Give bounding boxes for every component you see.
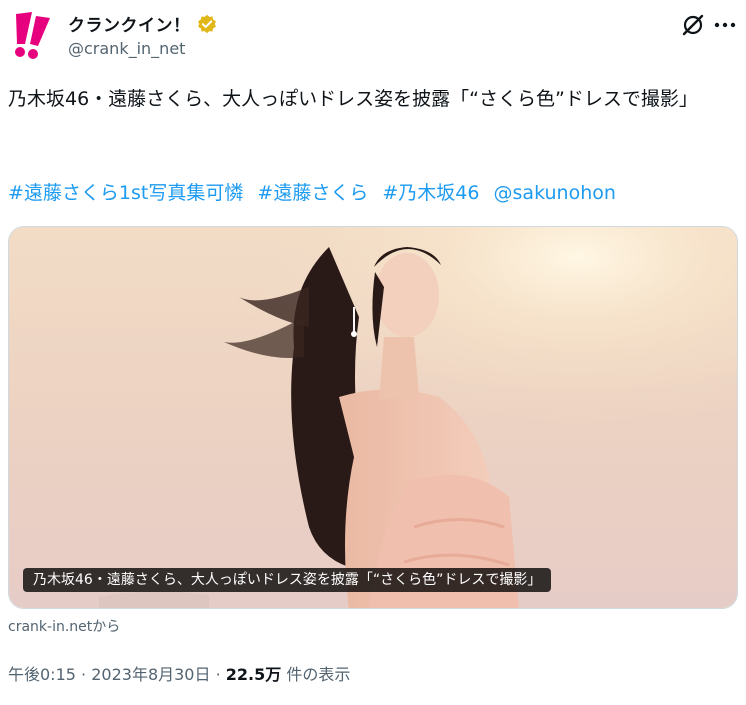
more-options-icon[interactable] (712, 14, 738, 36)
tweet-meta: 午後0:15 · 2023年8月30日 · 22.5万 件の表示 (8, 661, 350, 685)
tweet-text: 乃木坂46・遠藤さくら、大人っぽいドレス姿を披露「“さくら色”ドレスで撮影」 (8, 88, 698, 110)
verified-badge-icon (197, 14, 216, 33)
tweet-time[interactable]: 午後0:15 (8, 665, 76, 684)
author-name-row: クランクイン！ (68, 11, 217, 36)
author-display-name[interactable]: クランクイン！ (68, 11, 191, 36)
meta-separator: · (81, 665, 87, 684)
tweet-hashtags: #遠藤さくら1st写真集可憐 #遠藤さくら #乃木坂46 @sakunohon (8, 178, 624, 209)
view-count-label: 件の表示 (286, 665, 351, 684)
mention-link[interactable]: @sakunohon (494, 182, 616, 204)
grok-icon[interactable] (680, 12, 706, 38)
meta-separator: · (215, 665, 221, 684)
hashtag-link[interactable]: #遠藤さくら (257, 182, 368, 204)
media-caption[interactable]: 乃木坂46・遠藤さくら、大人っぽいドレス姿を披露「“さくら色”ドレスで撮影」 (23, 568, 552, 592)
tweet-date[interactable]: 2023年8月30日 (91, 665, 210, 684)
crankin-logo-icon[interactable] (8, 10, 58, 60)
hashtag-link[interactable]: #遠藤さくら1st写真集可憐 (8, 182, 243, 204)
hashtag-link[interactable]: #乃木坂46 (382, 182, 479, 204)
link-source[interactable]: crank-in.netから (8, 616, 120, 636)
view-count: 22.5万 (225, 665, 282, 684)
author-handle[interactable]: @crank_in_net (68, 39, 185, 58)
media-card[interactable] (8, 226, 738, 609)
media-photo (9, 227, 737, 608)
tweet-header: クランクイン！ @crank_in_net (0, 0, 746, 70)
